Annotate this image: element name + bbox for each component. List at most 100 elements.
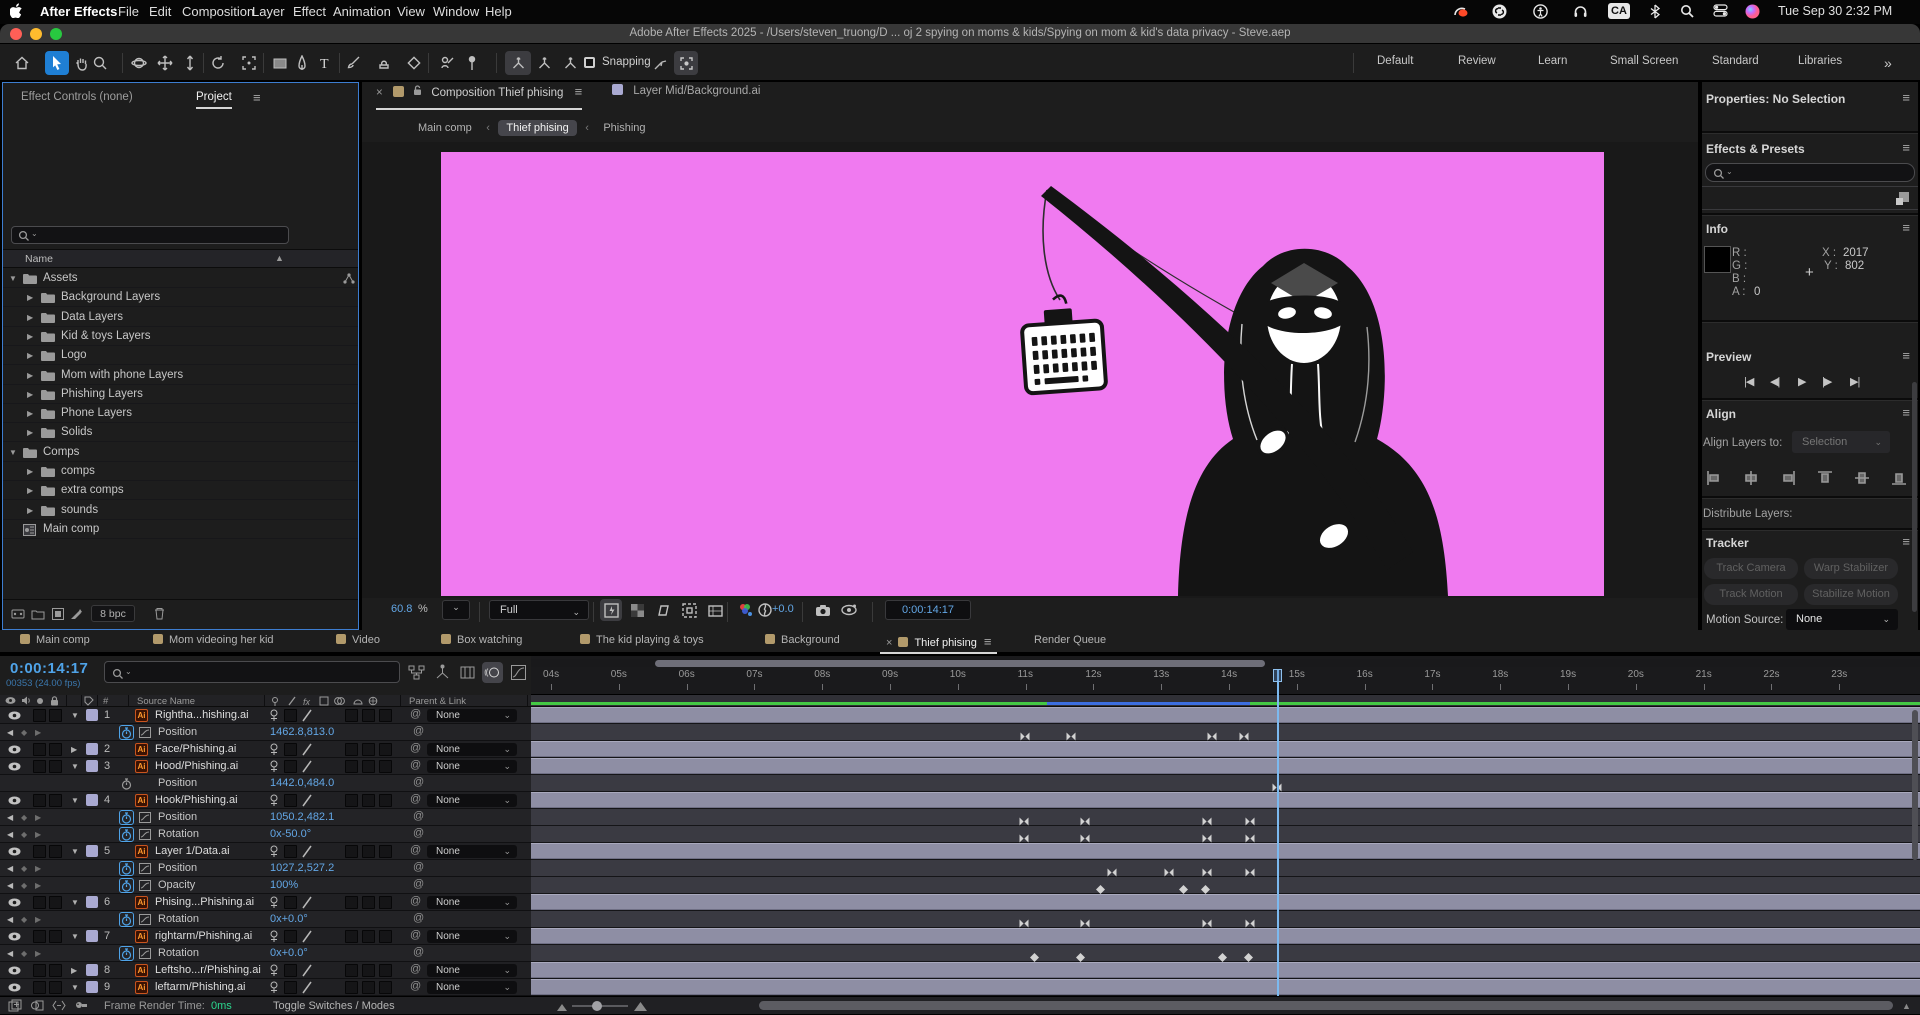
- layer-label-color[interactable]: [86, 896, 98, 908]
- timeline-search-input[interactable]: ⌄: [104, 661, 400, 683]
- switch-cell[interactable]: [362, 760, 375, 773]
- zoom-in-mountain-icon[interactable]: [634, 1000, 647, 1014]
- previous-keyframe-icon[interactable]: ◀: [7, 949, 13, 958]
- switch-cell[interactable]: [362, 964, 375, 977]
- viewer-show-snapshot-icon[interactable]: [838, 599, 860, 621]
- chevron-down-icon[interactable]: ▼: [71, 762, 79, 771]
- chevron-right-icon[interactable]: ▶: [27, 390, 33, 399]
- layer-row-1[interactable]: ▼1AiRightha...hishing.ai@None⌄: [0, 707, 531, 724]
- solo-cell[interactable]: [49, 964, 62, 977]
- property-row-rotation[interactable]: ◀◆▶Rotation0x+0.0°@: [0, 911, 531, 928]
- previous-keyframe-icon[interactable]: ◀: [7, 830, 13, 839]
- comp-tab-box-watching[interactable]: Box watching: [441, 634, 522, 646]
- viewer-guides-icon[interactable]: [704, 599, 726, 621]
- view-axis-button[interactable]: [557, 51, 583, 75]
- align-right-button[interactable]: [1780, 470, 1796, 491]
- parent-link-dropdown[interactable]: None⌄: [427, 964, 517, 977]
- include-in-graph-icon[interactable]: [139, 812, 151, 826]
- project-search-input[interactable]: ⌄: [11, 226, 289, 244]
- viewer-fast-previews-icon[interactable]: [600, 599, 622, 621]
- stopwatch-icon[interactable]: [119, 946, 134, 961]
- menu-app-name[interactable]: After Effects: [40, 4, 117, 19]
- breadcrumb-main-comp[interactable]: Main comp: [418, 122, 472, 134]
- menu-item-animation[interactable]: Animation: [333, 4, 391, 19]
- comp-tab-background[interactable]: Background: [765, 634, 840, 646]
- orbit-camera-tool[interactable]: [127, 51, 151, 75]
- viewer-region-of-interest-icon[interactable]: [678, 599, 700, 621]
- zoom-out-mountain-icon[interactable]: [557, 1002, 567, 1014]
- next-keyframe-icon[interactable]: ▶: [35, 881, 41, 890]
- switch-cell[interactable]: [345, 709, 358, 722]
- parent-pickwhip-icon[interactable]: @: [410, 793, 421, 805]
- parent-link-dropdown[interactable]: None⌄: [427, 709, 517, 722]
- layer-row-8[interactable]: ▶8AiLeftsho...r/Phishing.ai@None⌄: [0, 962, 531, 979]
- solo-cell[interactable]: [49, 896, 62, 909]
- layer-row-5[interactable]: ▼5AiLayer 1/Data.ai@None⌄: [0, 843, 531, 860]
- property-name[interactable]: Position: [158, 811, 197, 823]
- stopwatch-icon[interactable]: [119, 878, 134, 893]
- motion-blur-icon[interactable]: [482, 662, 503, 683]
- property-row-position[interactable]: ◀◆▶Position1462.8,813.0@: [0, 724, 531, 741]
- toggle-switches-modes-button[interactable]: Toggle Switches / Modes: [273, 1000, 395, 1012]
- layer-duration-bar[interactable]: [531, 741, 1920, 758]
- parent-link-dropdown[interactable]: None⌄: [427, 743, 517, 756]
- switch-cell[interactable]: [379, 930, 392, 943]
- solo-cell[interactable]: [49, 930, 62, 943]
- switch-cell[interactable]: [345, 845, 358, 858]
- parent-pickwhip-icon[interactable]: @: [410, 963, 421, 975]
- switch-cell[interactable]: [379, 964, 392, 977]
- zoom-value[interactable]: 60.8: [391, 603, 412, 629]
- stopwatch-icon[interactable]: [119, 861, 134, 876]
- menu-input-source-badge[interactable]: CA: [1608, 3, 1630, 19]
- property-row-position[interactable]: Position1442.0,484.0@: [0, 775, 531, 792]
- panel-resize-icon[interactable]: ▲: [1902, 1001, 1911, 1011]
- switch-cell[interactable]: [362, 743, 375, 756]
- property-name[interactable]: Opacity: [158, 879, 195, 891]
- switch-cell[interactable]: [379, 794, 392, 807]
- menu-shazam-icon[interactable]: [1492, 4, 1507, 22]
- switch-cell[interactable]: [284, 964, 297, 977]
- previous-keyframe-icon[interactable]: ◀: [7, 728, 13, 737]
- pan-behind-tool[interactable]: [237, 51, 261, 75]
- layer-row-2[interactable]: ▶2AiFace/Phishing.ai@None⌄: [0, 741, 531, 758]
- menu-item-composition[interactable]: Composition: [182, 4, 254, 19]
- property-name[interactable]: Rotation: [158, 947, 199, 959]
- switch-cell[interactable]: [284, 760, 297, 773]
- menu-accessibility-icon[interactable]: [1533, 4, 1548, 22]
- menu-item-edit[interactable]: Edit: [149, 4, 171, 19]
- tab-effect-controls[interactable]: Effect Controls (none): [21, 91, 133, 103]
- property-name[interactable]: Position: [158, 726, 197, 738]
- parent-link-dropdown[interactable]: None⌄: [427, 930, 517, 943]
- solo-cell[interactable]: [49, 981, 62, 994]
- layer-label-color[interactable]: [86, 709, 98, 721]
- parent-pickwhip-icon[interactable]: @: [410, 742, 421, 754]
- parent-pickwhip-icon[interactable]: @: [410, 759, 421, 771]
- solo-cell[interactable]: [49, 709, 62, 722]
- property-pickwhip-icon[interactable]: @: [413, 861, 424, 873]
- add-keyframe-icon[interactable]: ◆: [21, 728, 27, 737]
- property-row-rotation[interactable]: ◀◆▶Rotation0x-50.0°@: [0, 826, 531, 843]
- switch-cell[interactable]: [345, 760, 358, 773]
- shy-layers-icon[interactable]: [74, 999, 89, 1015]
- tree-item-phishing-layers[interactable]: ▶Phishing Layers: [3, 385, 358, 404]
- next-keyframe-icon[interactable]: ▶: [35, 864, 41, 873]
- home-tool[interactable]: [10, 51, 34, 75]
- switch-cell[interactable]: [362, 981, 375, 994]
- layer-visibility-eye-icon[interactable]: [8, 966, 21, 978]
- info-menu-icon[interactable]: ≡: [1902, 220, 1910, 235]
- parent-link-column-label[interactable]: Parent & Link: [409, 696, 466, 707]
- viewer-tab-menu-icon[interactable]: ≡: [575, 84, 583, 99]
- chevron-down-icon[interactable]: ▼: [71, 796, 79, 805]
- stopwatch-icon[interactable]: [119, 776, 134, 791]
- search-scope-chevron-icon[interactable]: ⌄: [1726, 167, 1733, 176]
- add-keyframe-icon[interactable]: ◆: [21, 813, 27, 822]
- layer-duration-bar[interactable]: [531, 707, 1920, 724]
- audio-cell[interactable]: [33, 709, 46, 722]
- frame-blending-icon[interactable]: [459, 664, 476, 686]
- next-keyframe-icon[interactable]: ▶: [35, 915, 41, 924]
- next-frame-button[interactable]: |▶: [1822, 375, 1831, 388]
- menu-item-layer[interactable]: Layer: [252, 4, 285, 19]
- switch-cell[interactable]: [362, 930, 375, 943]
- switch-cell[interactable]: [345, 981, 358, 994]
- layer-row-3[interactable]: ▼3AiHood/Phishing.ai@None⌄: [0, 758, 531, 775]
